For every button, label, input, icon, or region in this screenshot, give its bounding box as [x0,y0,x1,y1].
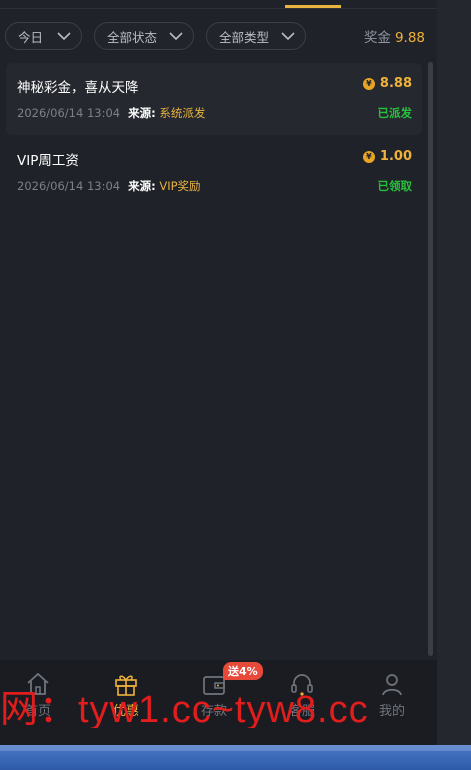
deposit-promo-badge: 送4% [223,662,263,680]
nav-label-support: 客服 [288,704,315,719]
record-source: 系统派发 [159,106,206,120]
bonus-record[interactable]: VIP周工资 ¥ 1.00 2026/06/14 13:04 来源: VIP奖励 … [6,136,422,208]
record-status: 已领取 [377,179,413,193]
window-edge [437,0,471,745]
record-datetime: 2026/06/14 13:04 [17,106,121,120]
date-filter-label: 今日 [18,29,44,45]
nav-label-profile: 我的 [378,704,405,719]
status-filter-label: 全部状态 [107,29,158,45]
coin-icon: ¥ [362,77,375,90]
nav-item-promotions[interactable]: 优惠 [96,670,156,719]
nav-label-promotions: 优惠 [112,704,139,719]
record-amount: ¥ 8.88 [362,76,412,91]
chevron-down-icon [57,31,71,40]
record-title: 神秘彩金，喜从天降 [17,80,139,96]
bonus-record[interactable]: 神秘彩金，喜从天降 ¥ 8.88 2026/06/14 13:04 来源: 系统派… [6,63,422,135]
status-filter-dropdown[interactable]: 全部状态 [94,22,194,50]
os-taskbar [0,745,471,770]
chevron-down-icon [281,31,295,40]
nav-item-support[interactable]: 客服 [272,670,332,719]
type-filter-dropdown[interactable]: 全部类型 [206,22,306,50]
type-filter-label: 全部类型 [219,29,270,45]
chevron-down-icon [169,31,183,40]
record-source-label: 来源: [128,106,156,120]
nav-item-home[interactable]: 首页 [8,670,68,719]
nav-item-profile[interactable]: 我的 [362,670,422,719]
header-divider [0,8,437,9]
record-amount-value: 8.88 [379,76,412,91]
bonus-total: 奖金 9.88 [364,26,425,46]
bonus-value: 9.88 [394,30,425,46]
scrollbar[interactable] [428,62,433,656]
date-filter-dropdown[interactable]: 今日 [5,22,82,50]
home-icon [27,672,49,695]
record-meta: 2026/06/14 13:04 来源: 系统派发 [17,105,205,121]
record-amount-value: 1.00 [379,149,412,164]
record-status: 已派发 [377,106,413,120]
nav-label-deposit: 存款 [200,704,227,719]
record-title: VIP周工资 [17,153,79,169]
record-source-label: 来源: [128,179,156,193]
gift-icon [115,675,137,696]
headset-icon [291,674,313,696]
record-datetime: 2026/06/14 13:04 [17,179,121,193]
nav-label-home: 首页 [24,704,51,719]
bonus-label: 奖金 [363,30,391,46]
record-meta: 2026/06/14 13:04 来源: VIP奖励 [17,178,201,194]
taskbar-highlight [0,745,471,751]
bottom-nav: 首页 优惠 存款 客服 我的 [0,660,437,745]
record-source: VIP奖励 [159,179,201,193]
coin-icon: ¥ [362,150,375,163]
record-amount: ¥ 1.00 [362,149,412,164]
app-window: 今日 全部状态 全部类型 奖金 9.88 神秘彩金，喜从天降 ¥ 8.88 202… [0,0,437,745]
user-icon [382,674,402,696]
